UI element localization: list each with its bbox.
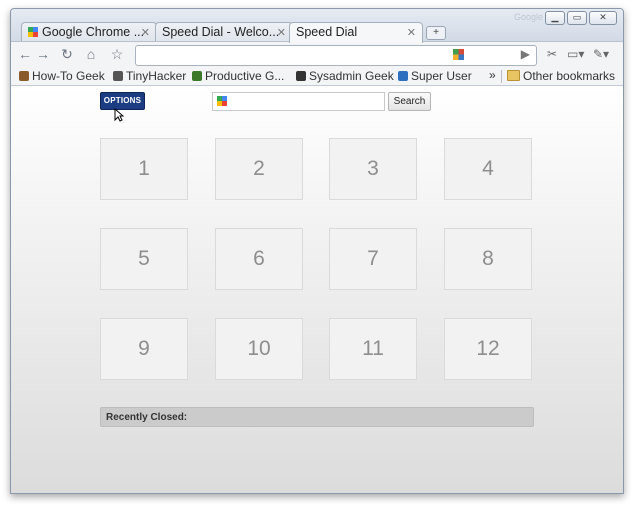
bookmark-label: How-To Geek <box>32 69 105 83</box>
speed-dial-7[interactable]: 7 <box>329 228 417 290</box>
back-arrow-icon[interactable]: ← <box>17 46 33 62</box>
folder-icon <box>507 70 520 81</box>
mouse-cursor-icon <box>114 108 124 122</box>
tab-close-icon[interactable]: ✕ <box>141 26 150 39</box>
google-search-icon <box>217 96 227 106</box>
speed-dial-page: OPTIONS Search 1 2 3 4 5 6 7 8 9 10 11 1… <box>11 86 623 493</box>
bookmarks-separator <box>501 70 502 83</box>
search-button[interactable]: Search <box>388 92 431 111</box>
browser-window: Google ▁ ▭ ✕ Google Chrome ... ✕ Speed D… <box>10 8 624 494</box>
bookmark-label: Productive G... <box>205 69 285 83</box>
title-bar: Google ▁ ▭ ✕ Google Chrome ... ✕ Speed D… <box>11 9 623 43</box>
minimize-button[interactable]: ▁ <box>545 11 565 25</box>
bookmark-tinyhacker[interactable]: TinyHacker <box>113 69 186 83</box>
tab-google-chrome[interactable]: Google Chrome ... ✕ <box>21 22 157 42</box>
recently-closed-bar[interactable]: Recently Closed: <box>100 407 534 427</box>
speed-dial-3[interactable]: 3 <box>329 138 417 200</box>
bookmark-sysadmin-geek[interactable]: Sysadmin Geek <box>296 69 394 83</box>
close-button[interactable]: ✕ <box>589 11 617 25</box>
bookmark-favicon-icon <box>113 71 123 81</box>
tab-title: Speed Dial - Welco... <box>162 25 280 39</box>
window-brand: Google <box>513 12 543 22</box>
speed-dial-9[interactable]: 9 <box>100 318 188 380</box>
tab-speed-dial-welcome[interactable]: Speed Dial - Welco... ✕ <box>155 22 293 42</box>
forward-arrow-icon[interactable]: → <box>35 46 51 62</box>
tab-title: Google Chrome ... <box>42 25 145 39</box>
navigation-toolbar: ← → ↻ ⌂ ☆ ▶ ✂ ▭▾ ✎▾ <box>11 41 623 68</box>
speed-dial-1[interactable]: 1 <box>100 138 188 200</box>
bookmark-label: Sysadmin Geek <box>309 69 394 83</box>
bookmark-favicon-icon <box>398 71 408 81</box>
bookmark-favicon-icon <box>19 71 29 81</box>
speed-dial-10[interactable]: 10 <box>215 318 303 380</box>
speed-dial-11[interactable]: 11 <box>329 318 417 380</box>
search-input[interactable] <box>212 92 385 111</box>
extension-tool-icon[interactable]: ✂ <box>547 47 557 61</box>
bookmark-howtogeek[interactable]: How-To Geek <box>19 69 105 83</box>
bookmarks-bar: How-To Geek TinyHacker Productive G... S… <box>11 67 623 86</box>
new-tab-button[interactable]: + <box>426 26 446 40</box>
bookmarks-overflow-chevron-icon[interactable]: » <box>489 68 496 82</box>
extension-icon[interactable] <box>453 49 464 60</box>
tab-close-icon[interactable]: ✕ <box>407 26 416 39</box>
bookmark-productive-geek[interactable]: Productive G... <box>192 69 284 83</box>
bookmark-label: TinyHacker <box>126 69 187 83</box>
bookmark-label: Super User <box>411 69 472 83</box>
speed-dial-4[interactable]: 4 <box>444 138 532 200</box>
other-bookmarks-label: Other bookmarks <box>523 69 616 83</box>
speed-dial-6[interactable]: 6 <box>215 228 303 290</box>
play-icon[interactable]: ▶ <box>521 47 530 61</box>
wrench-menu-icon[interactable]: ✎▾ <box>593 47 609 61</box>
speed-dial-12[interactable]: 12 <box>444 318 532 380</box>
reload-icon[interactable]: ↻ <box>59 46 75 62</box>
speed-dial-8[interactable]: 8 <box>444 228 532 290</box>
maximize-button[interactable]: ▭ <box>567 11 587 25</box>
speed-dial-2[interactable]: 2 <box>215 138 303 200</box>
tab-close-icon[interactable]: ✕ <box>277 26 286 39</box>
speed-dial-5[interactable]: 5 <box>100 228 188 290</box>
home-icon[interactable]: ⌂ <box>83 46 99 62</box>
window-controls: ▁ ▭ ✕ <box>545 11 617 25</box>
page-menu-icon[interactable]: ▭▾ <box>567 47 584 61</box>
tab-speed-dial[interactable]: Speed Dial ✕ <box>289 22 423 43</box>
bookmark-favicon-icon <box>192 71 202 81</box>
bookmark-super-user[interactable]: Super User <box>398 69 472 83</box>
bookmark-favicon-icon <box>296 71 306 81</box>
address-bar[interactable]: ▶ <box>135 45 537 66</box>
google-favicon-icon <box>28 27 38 37</box>
other-bookmarks[interactable]: Other bookmarks <box>507 69 615 83</box>
tab-title: Speed Dial <box>296 25 358 39</box>
bookmark-star-icon[interactable]: ☆ <box>109 46 125 62</box>
